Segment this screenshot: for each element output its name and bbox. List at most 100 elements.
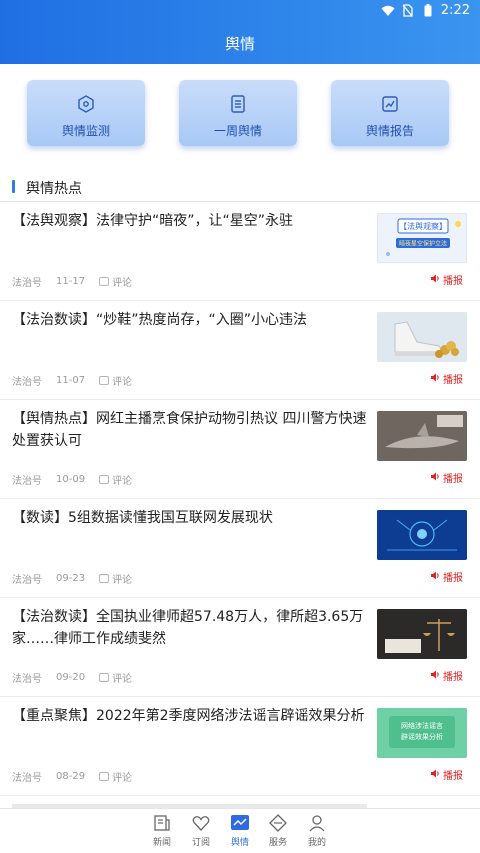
news-source: 法治号 [12,575,42,586]
comment-button[interactable]: 评论 [99,670,132,685]
news-source: 法治号 [12,377,42,388]
person-icon [307,813,327,833]
news-date: 09-20 [56,672,86,683]
bottom-nav: 新闻 订阅 舆情 服务 我的 [0,808,480,853]
play-button[interactable]: 播报 [431,272,463,287]
comment-button[interactable]: 评论 [99,274,132,289]
play-button[interactable]: 播报 [431,668,463,683]
comment-icon [99,376,110,385]
speaker-icon [431,670,440,682]
thumb-text: 暗夜星空保护立法 [399,240,447,248]
news-meta: 法治号 10-09 评论 [12,472,132,487]
speaker-icon [431,274,440,286]
news-date: 08-29 [56,771,86,782]
newspaper-icon [152,813,172,833]
news-item[interactable]: 【法舆观察】法律守护“暗夜”，让“星空”永驻 法治号 11-17 评论 播报 【… [0,202,480,301]
news-thumbnail[interactable] [377,510,467,560]
nav-item-news[interactable]: 新闻 [144,813,180,853]
speaker-icon [431,769,440,781]
quick-action-label: 舆情监测 [61,124,110,138]
news-title[interactable]: 【法治数读】全国执业律师超57.48万人，律所超3.65万家……律师工作成绩斐然 [12,606,367,650]
document-list-icon [228,94,248,114]
thumb-text: 【法舆观察】 [399,221,447,231]
thumb-text: 辟谣效果分析 [401,732,443,741]
news-thumbnail[interactable]: 【法舆观察】 暗夜星空保护立法 [377,213,467,263]
comment-button[interactable]: 评论 [99,472,132,487]
battery-icon [421,4,435,18]
news-item[interactable]: 【重点聚焦】2022年第2季度网络涉法谣言辟谣效果分析 法治号 08-29 评论… [0,697,480,796]
quick-action-report[interactable]: 舆情报告 [331,80,449,146]
play-button[interactable]: 播报 [431,569,463,584]
sneaker-image [394,321,459,358]
news-title[interactable]: 【舆情热点】网红主播烹食保护动物引热议 四川警方快速处置获认可 [12,408,367,452]
news-source: 法治号 [12,674,42,685]
quick-actions: 舆情监测 一周舆情 舆情报告 [0,80,480,150]
app-header: 2:22 舆情 [0,0,480,64]
trend-icon [230,813,250,833]
quick-action-monitoring[interactable]: 舆情监测 [27,80,145,146]
comment-icon [99,574,110,583]
news-thumbnail[interactable] [377,411,467,461]
play-label: 播报 [443,276,463,287]
comment-button[interactable]: 评论 [99,373,132,388]
news-date: 11-17 [56,276,86,287]
comment-button[interactable]: 评论 [99,769,132,784]
comment-label: 评论 [112,575,133,586]
radar-icon [76,94,96,114]
news-meta: 法治号 09-23 评论 [12,571,132,586]
news-source: 法治号 [12,278,42,289]
news-thumbnail[interactable] [377,312,467,362]
status-bar: 2:22 [0,0,480,22]
comment-button[interactable]: 评论 [99,571,132,586]
play-label: 播报 [443,573,463,584]
play-label: 播报 [443,672,463,683]
comment-label: 评论 [112,377,133,388]
news-source: 法治号 [12,476,42,487]
nav-label: 我的 [307,838,326,848]
no-sim-icon [401,4,415,18]
nav-item-sentiment[interactable]: 舆情 [222,813,258,853]
scales-of-justice-image [377,609,467,659]
play-label: 播报 [443,375,463,386]
quick-action-weekly[interactable]: 一周舆情 [179,80,297,146]
nav-label: 订阅 [191,838,210,848]
news-source: 法治号 [12,773,42,784]
news-item[interactable]: 【数读】5组数据读懂我国互联网发展现状 法治号 09-23 评论 播报 [0,499,480,598]
comment-icon [99,673,110,682]
speaker-icon [431,472,440,484]
speaker-icon [431,571,440,583]
news-title[interactable]: 【数读】5组数据读懂我国互联网发展现状 [12,507,367,529]
news-item[interactable]: 【舆情热点】网红主播烹食保护动物引热议 四川警方快速处置获认可 法治号 10-0… [0,400,480,499]
status-time: 2:22 [440,3,470,18]
play-button[interactable]: 播报 [431,767,463,782]
nav-label: 新闻 [152,838,171,848]
comment-icon [99,277,110,286]
network-image [377,510,467,560]
news-title[interactable]: 【法舆观察】法律守护“暗夜”，让“星空”永驻 [12,210,367,232]
news-thumbnail[interactable]: 网络涉法谣言 辟谣效果分析 [377,708,467,758]
nav-item-profile[interactable]: 我的 [299,813,335,853]
news-meta: 法治号 09-20 评论 [12,670,132,685]
news-date: 11-07 [56,375,86,386]
comment-icon [99,475,110,484]
news-title[interactable]: 【法治数读】“炒鞋”热度尚存，“入圈”小心违法 [12,309,367,331]
nav-item-services[interactable]: 服务 [260,813,296,853]
play-button[interactable]: 播报 [431,371,463,386]
report-chart-icon [380,94,400,114]
news-date: 10-09 [56,474,86,485]
page-title: 舆情 [224,35,255,53]
news-item[interactable] [0,796,480,808]
speaker-icon [431,373,440,385]
news-meta: 法治号 08-29 评论 [12,769,132,784]
comment-label: 评论 [112,773,133,784]
diamond-icon [268,813,288,833]
news-item[interactable]: 【法治数读】“炒鞋”热度尚存，“入圈”小心违法 法治号 11-07 评论 播报 [0,301,480,400]
play-button[interactable]: 播报 [431,470,463,485]
comment-label: 评论 [112,674,133,685]
news-thumbnail[interactable] [377,609,467,659]
news-date: 09-23 [56,573,86,584]
nav-item-subscribe[interactable]: 订阅 [183,813,219,853]
nav-label: 服务 [268,838,287,848]
news-title[interactable]: 【重点聚焦】2022年第2季度网络涉法谣言辟谣效果分析 [12,705,367,727]
news-item[interactable]: 【法治数读】全国执业律师超57.48万人，律所超3.65万家……律师工作成绩斐然… [0,598,480,697]
